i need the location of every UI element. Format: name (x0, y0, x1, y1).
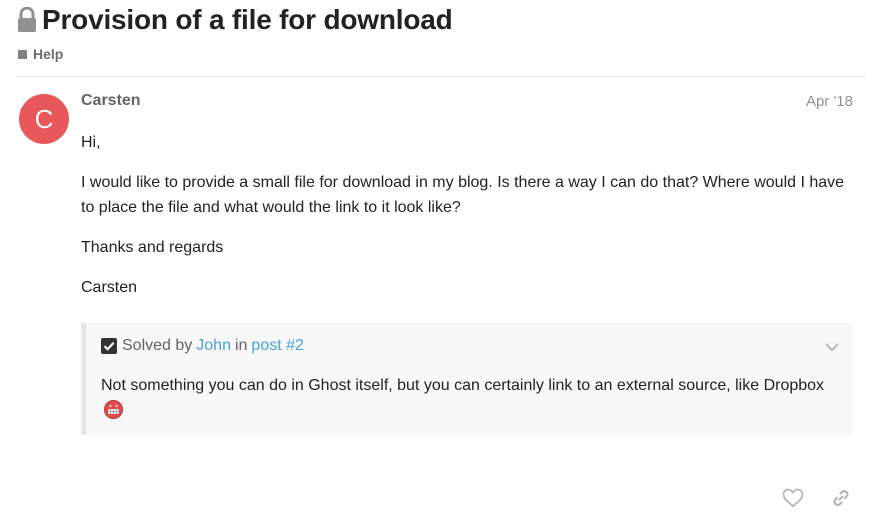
post-paragraph: Carsten (81, 279, 138, 296)
heart-icon (782, 488, 804, 508)
category-badge[interactable]: Help (18, 46, 866, 62)
accepted-answer-box[interactable]: Solved by John in post #2 Not something … (81, 323, 853, 435)
lock-icon (16, 6, 38, 33)
accepted-answer-excerpt: Not something you can do in Ghost itself… (101, 373, 831, 423)
header-divider (16, 76, 866, 77)
solution-author-link[interactable]: John (196, 337, 231, 355)
avatar-letter: C (34, 103, 54, 134)
post-actions (756, 487, 852, 509)
post-meta: Carsten Apr '18 (81, 92, 853, 110)
category-color-swatch (18, 49, 27, 59)
post-body: Hi, I would like to provide a small file… (81, 130, 853, 300)
topic-title[interactable]: Provision of a file for download (42, 4, 453, 36)
solution-post-link[interactable]: post #2 (251, 337, 303, 355)
avatar[interactable]: C (19, 94, 69, 144)
category-name[interactable]: Help (33, 46, 63, 62)
chevron-down-icon[interactable] (825, 339, 839, 352)
in-word: in (234, 337, 248, 354)
post-paragraph: Hi, (81, 134, 101, 151)
checkbox-checked-icon (101, 338, 117, 354)
grimacing-emoji-icon (104, 400, 123, 419)
like-button[interactable] (782, 487, 804, 509)
post-date[interactable]: Apr '18 (806, 93, 853, 110)
solved-by-label: Solved by (122, 337, 193, 354)
excerpt-text: Not something you can do in Ghost itself… (101, 377, 825, 394)
username[interactable]: Carsten (81, 92, 141, 110)
post-paragraph: Thanks and regards (81, 239, 224, 256)
topic-header: Provision of a file for download Help (16, 4, 866, 62)
link-icon (833, 490, 849, 506)
accepted-answer-header: Solved by John in post #2 (101, 337, 304, 355)
title-row: Provision of a file for download (16, 4, 866, 36)
post-paragraph: I would like to provide a small file for… (81, 174, 845, 216)
share-link-button[interactable] (830, 487, 852, 509)
post: Carsten Apr '18 Hi, I would like to prov… (81, 92, 853, 315)
